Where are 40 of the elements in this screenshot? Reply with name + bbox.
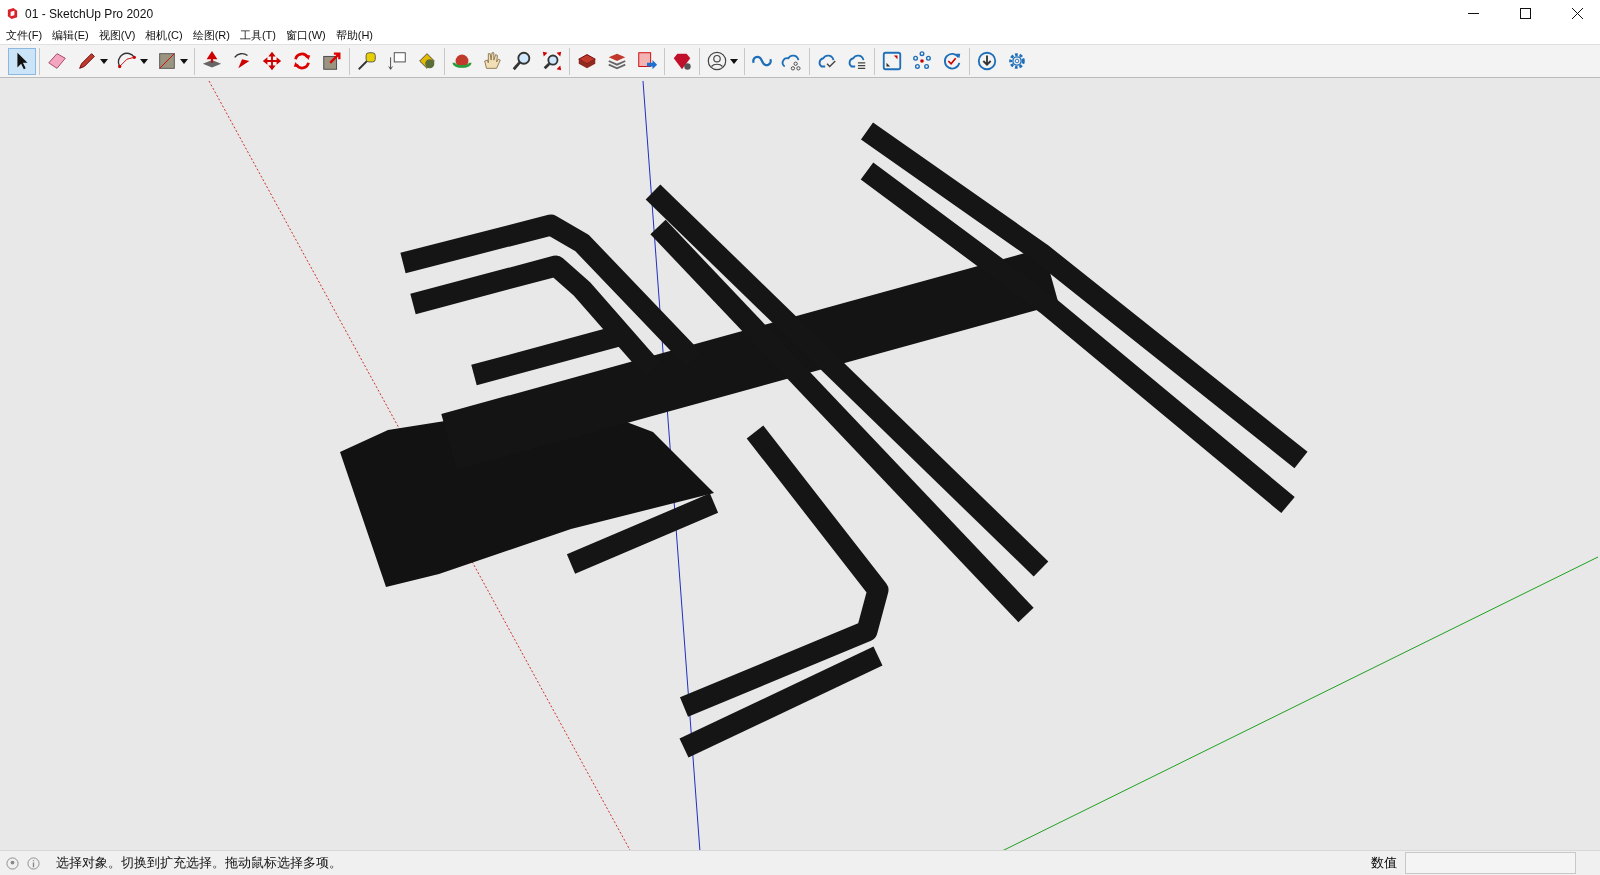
menu-item[interactable]: 编辑(E) <box>51 28 95 43</box>
paint-bucket-icon <box>416 50 438 72</box>
eraser-icon <box>46 50 68 72</box>
menu-item[interactable]: 工具(T) <box>238 28 282 43</box>
tool-button[interactable] <box>8 47 36 75</box>
menu-item[interactable]: 绘图(R) <box>191 28 236 43</box>
dot-ring-icon <box>911 50 933 72</box>
caret-icon <box>180 58 188 64</box>
app-logo-icon <box>6 7 19 20</box>
settings-icon <box>1006 50 1028 72</box>
menu-item[interactable]: 视图(V) <box>97 28 142 43</box>
caret-icon <box>730 58 738 64</box>
maximize-icon <box>1519 8 1531 19</box>
3d-viewport[interactable] <box>0 78 1600 850</box>
rectangle-icon <box>156 50 178 72</box>
hand-icon <box>481 50 503 72</box>
duct-model-drawing[interactable] <box>340 122 1308 758</box>
download-circle-icon <box>976 50 998 72</box>
zoom-extents-icon <box>541 50 563 72</box>
rotate-arrows-icon <box>291 50 313 72</box>
menu-item[interactable]: 相机(C) <box>144 28 189 43</box>
scale-box-icon <box>321 50 343 72</box>
menu-item[interactable]: 帮助(H) <box>334 28 379 43</box>
tape-measure-icon <box>356 50 378 72</box>
measurements-label: 数值 <box>1371 854 1397 872</box>
menu-item[interactable]: 窗口(W) <box>285 28 332 43</box>
menu-item[interactable]: 文件(F) <box>5 28 49 43</box>
close-icon <box>1571 8 1583 19</box>
status-message: 选择对象。切换到扩充选择。拖动鼠标选择多项。 <box>56 854 343 872</box>
pencil-icon <box>76 50 98 72</box>
user-profile-icon <box>706 50 728 72</box>
text-label-icon <box>386 50 408 72</box>
frame-corner-icon <box>881 50 903 72</box>
refresh-check-icon <box>941 50 963 72</box>
four-arrows-icon <box>261 50 283 72</box>
window-title: 01 - SketchUp Pro 2020 <box>25 6 155 21</box>
caret-icon <box>100 58 108 64</box>
measurements-field[interactable] <box>1405 852 1576 874</box>
caret-icon <box>140 58 148 64</box>
search-icon <box>511 50 533 72</box>
